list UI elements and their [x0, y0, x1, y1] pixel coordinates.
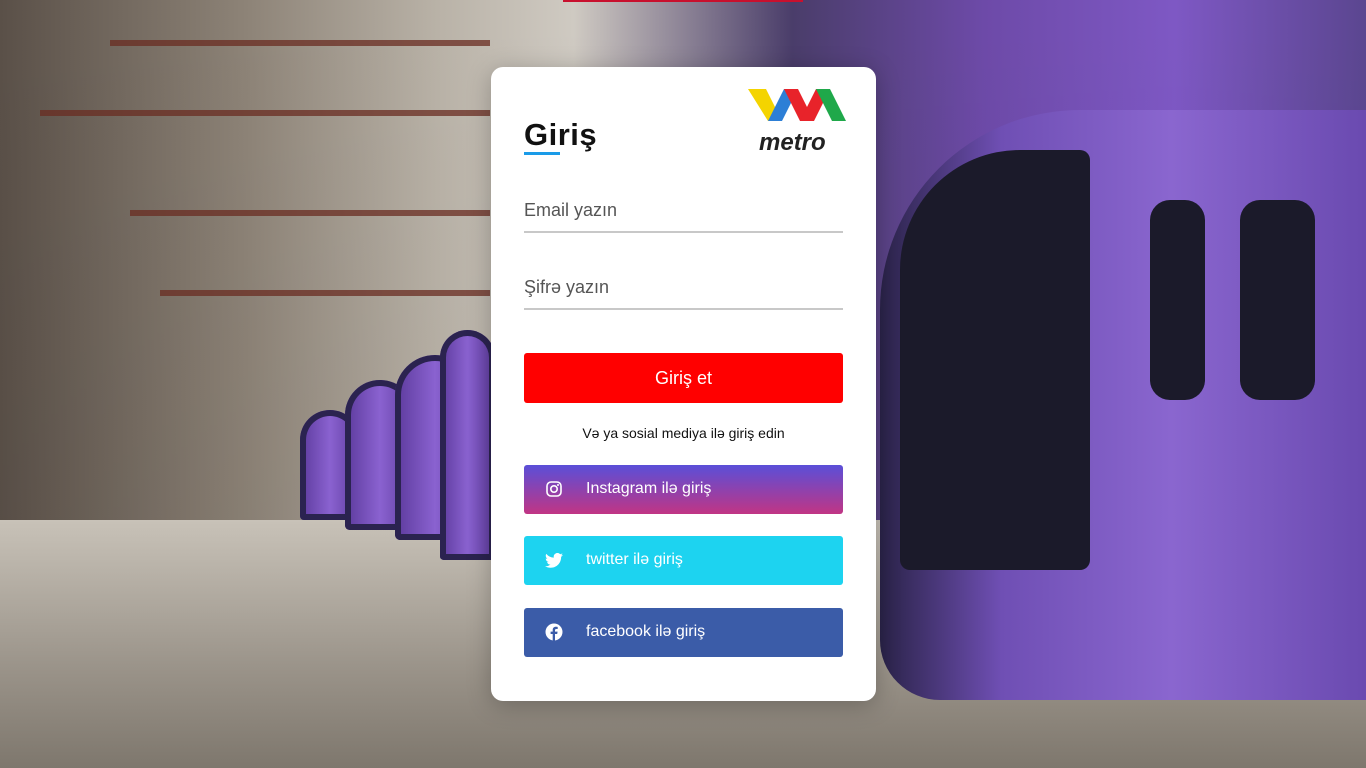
roof-beam — [160, 290, 490, 296]
instagram-login-button[interactable]: Instagram ilə giriş — [524, 465, 843, 514]
facebook-login-label: facebook ilə giriş — [586, 623, 706, 640]
email-field[interactable] — [524, 193, 843, 233]
train-front — [880, 110, 1366, 700]
facebook-login-button[interactable]: facebook ilə giriş — [524, 608, 843, 657]
twitter-login-button[interactable]: twitter ilə giriş — [524, 536, 843, 585]
train-window — [1240, 200, 1315, 400]
twitter-login-label: twitter ilə giriş — [586, 551, 683, 568]
title-underline — [524, 152, 560, 155]
roof-beam — [110, 40, 490, 46]
facebook-icon — [544, 622, 564, 642]
roof-beam — [40, 110, 490, 116]
top-accent-bar — [563, 0, 803, 2]
login-button[interactable]: Giriş et — [524, 353, 843, 403]
train-car — [440, 330, 495, 560]
instagram-icon — [544, 479, 564, 499]
page-title: Giriş — [524, 117, 598, 152]
instagram-login-label: Instagram ilə giriş — [586, 480, 712, 497]
password-field[interactable] — [524, 270, 843, 310]
twitter-icon — [544, 550, 564, 570]
roof-beam — [130, 210, 490, 216]
train-windshield — [900, 150, 1090, 570]
logo-text: metro — [759, 129, 826, 156]
social-prompt: Və ya sosial mediya ilə giriş edin — [582, 425, 785, 441]
train-window — [1150, 200, 1205, 400]
login-card: Giriş metro Giriş et Və ya sosial mediya… — [491, 67, 876, 701]
